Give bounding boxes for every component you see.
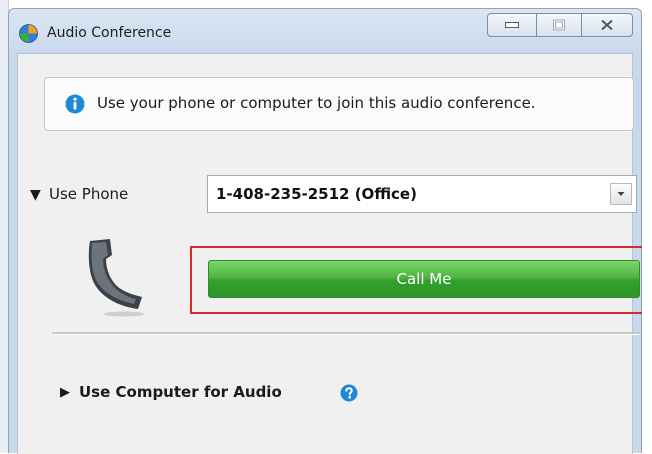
help-icon[interactable] [340, 384, 358, 402]
close-icon [601, 19, 613, 31]
dropdown-arrow[interactable] [610, 183, 632, 205]
section-divider [52, 332, 640, 335]
use-phone-expand-toggle[interactable]: ▼ [30, 187, 41, 203]
phone-number-dropdown[interactable]: 1-408-235-2512 (Office) [207, 175, 637, 213]
call-me-button[interactable]: Call Me [208, 260, 640, 298]
window-title: Audio Conference [47, 25, 172, 41]
use-computer-expand-toggle[interactable]: ▶ [60, 385, 70, 400]
audio-conference-window: Audio Conference Use your phone or compu… [8, 8, 652, 454]
title-bar[interactable]: Audio Conference [9, 9, 641, 53]
right-margin [642, 0, 652, 453]
minimize-icon [505, 22, 519, 28]
minimize-button[interactable] [487, 13, 536, 37]
use-phone-label[interactable]: Use Phone [49, 185, 128, 203]
maximize-button[interactable] [536, 13, 581, 37]
info-banner: Use your phone or computer to join this … [44, 77, 634, 131]
window-controls [487, 13, 635, 39]
chevron-down-icon [617, 192, 625, 196]
info-message: Use your phone or computer to join this … [97, 94, 536, 112]
maximize-icon [553, 19, 565, 31]
close-button[interactable] [581, 13, 633, 37]
phone-handset-icon [82, 237, 152, 317]
info-icon [65, 94, 85, 114]
dialog-body: Use your phone or computer to join this … [17, 53, 652, 454]
selected-phone-number: 1-408-235-2512 (Office) [216, 185, 417, 203]
globe-icon [19, 24, 38, 43]
use-computer-label[interactable]: Use Computer for Audio [79, 383, 282, 401]
